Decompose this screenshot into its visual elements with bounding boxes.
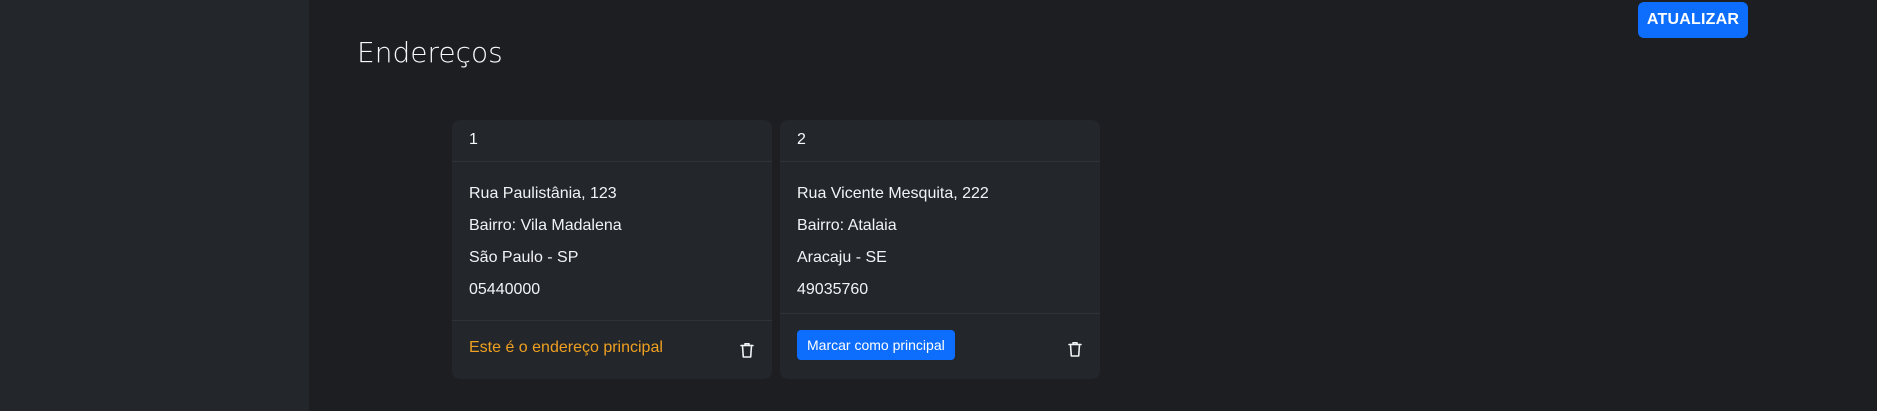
address-index: 2 (797, 131, 806, 148)
principal-address-label: Este é o endereço principal (469, 339, 663, 356)
address-neighborhood: Bairro: Atalaia (797, 217, 897, 234)
address-zip: 49035760 (797, 281, 869, 298)
address-card: 2 Rua Vicente Mesquita, 222 Bairro: Atal… (780, 120, 1100, 379)
mark-as-principal-button[interactable]: Marcar como principal (797, 330, 955, 360)
trash-icon[interactable] (1067, 340, 1083, 358)
address-city-state: São Paulo - SP (469, 249, 579, 266)
address-street: Rua Vicente Mesquita, 222 (797, 185, 989, 202)
address-index: 1 (469, 131, 478, 148)
card-header: 1 (452, 120, 772, 162)
page-title: Endereços (357, 36, 503, 69)
address-card: 1 Rua Paulistânia, 123 Bairro: Vila Mada… (452, 120, 772, 379)
address-city-state: Aracaju - SE (797, 249, 887, 266)
card-footer: Marcar como principal (780, 313, 1100, 379)
address-street: Rua Paulistânia, 123 (469, 185, 617, 202)
sidebar (0, 0, 309, 411)
update-button[interactable]: ATUALIZAR (1638, 2, 1748, 38)
address-zip: 05440000 (469, 281, 541, 298)
trash-icon[interactable] (739, 341, 755, 359)
card-footer: Este é o endereço principal (452, 320, 772, 379)
card-header: 2 (780, 120, 1100, 162)
address-neighborhood: Bairro: Vila Madalena (469, 217, 622, 234)
